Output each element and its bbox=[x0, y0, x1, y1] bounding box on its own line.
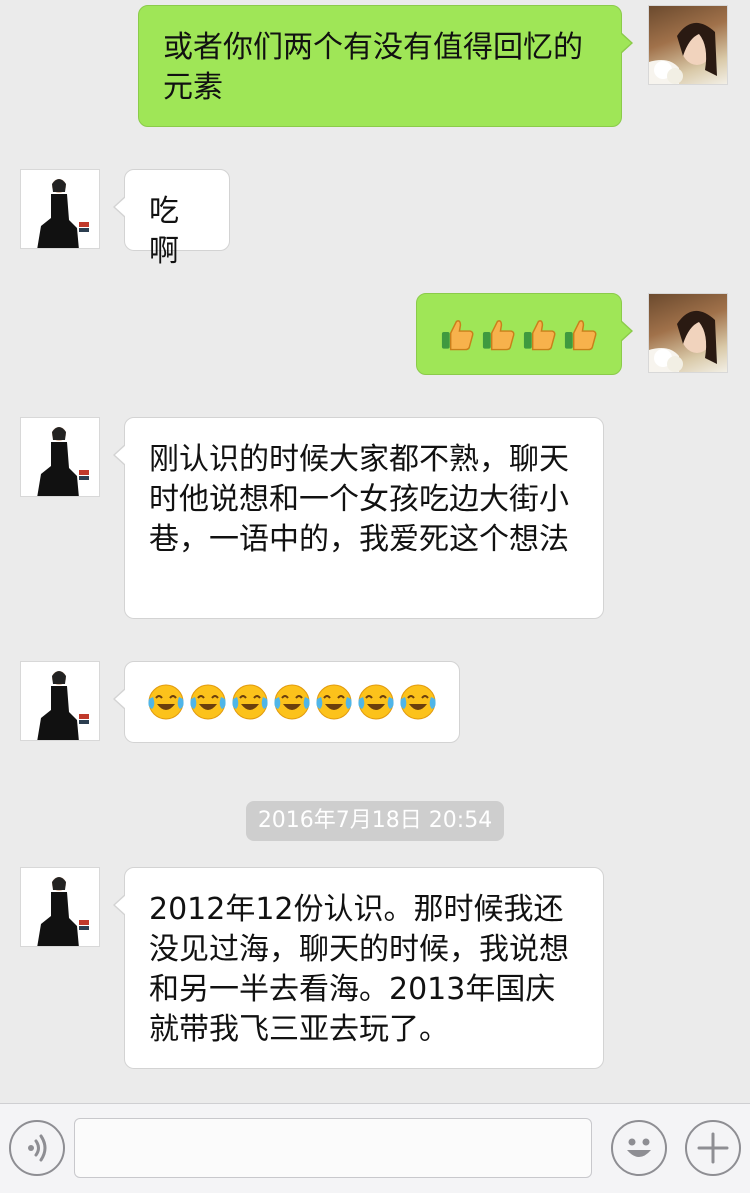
timestamp-label: 2016年7月18日 20:54 bbox=[246, 801, 504, 841]
friend-avatar[interactable] bbox=[20, 417, 100, 497]
friend-avatar[interactable] bbox=[20, 661, 100, 741]
emoji-row bbox=[147, 682, 437, 722]
emoji-button[interactable] bbox=[611, 1120, 667, 1176]
thumbs-up-icon bbox=[441, 320, 474, 351]
message-text: 2012年12份认识。那时候我还没见过海，聊天的时候，我说想和另一半去看海。20… bbox=[149, 892, 569, 1047]
plus-icon bbox=[697, 1132, 729, 1164]
emoji-row bbox=[439, 314, 599, 354]
message-bubble-incoming[interactable]: 吃啊 bbox=[113, 169, 230, 269]
tears-of-joy-icon bbox=[400, 684, 436, 720]
friend-avatar[interactable] bbox=[20, 169, 100, 249]
message-bubble-incoming[interactable]: 刚认识的时候大家都不熟，聊天时他说想和一个女孩吃边大街小巷，一语中的，我爱死这个… bbox=[113, 417, 604, 619]
thumbs-up-icon bbox=[564, 320, 597, 351]
tears-of-joy-icon bbox=[232, 684, 268, 720]
tears-of-joy-icon bbox=[358, 684, 394, 720]
voice-icon bbox=[28, 1134, 47, 1162]
voice-button[interactable] bbox=[9, 1120, 65, 1176]
message-text: 刚认识的时候大家都不熟，聊天时他说想和一个女孩吃边大街小巷，一语中的，我爱死这个… bbox=[149, 442, 569, 557]
message-bubble-outgoing[interactable] bbox=[416, 293, 633, 375]
thumbs-up-icon bbox=[482, 320, 515, 351]
input-bar bbox=[0, 1103, 750, 1193]
my-avatar[interactable] bbox=[648, 5, 728, 85]
message-input[interactable] bbox=[74, 1118, 592, 1178]
friend-avatar[interactable] bbox=[20, 867, 100, 947]
message-bubble-incoming[interactable]: 2012年12份认识。那时候我还没见过海，聊天的时候，我说想和另一半去看海。20… bbox=[113, 867, 604, 1069]
my-avatar[interactable] bbox=[648, 293, 728, 373]
message-text: 吃啊 bbox=[149, 194, 179, 269]
message-bubble-outgoing[interactable]: 或者你们两个有没有值得回忆的元素 bbox=[138, 5, 633, 127]
tears-of-joy-icon bbox=[190, 684, 226, 720]
tears-of-joy-icon bbox=[316, 684, 352, 720]
thumbs-up-icon bbox=[523, 320, 556, 351]
message-bubble-incoming[interactable] bbox=[113, 661, 460, 743]
smiley-icon bbox=[627, 1138, 651, 1157]
chat-area[interactable]: 或者你们两个有没有值得回忆的元素 吃啊 刚认识的时候大家都不熟，聊天时他说想和一… bbox=[0, 0, 750, 1103]
message-text: 或者你们两个有没有值得回忆的元素 bbox=[163, 30, 583, 105]
tears-of-joy-icon bbox=[148, 684, 184, 720]
tears-of-joy-icon bbox=[274, 684, 310, 720]
more-button[interactable] bbox=[685, 1120, 741, 1176]
